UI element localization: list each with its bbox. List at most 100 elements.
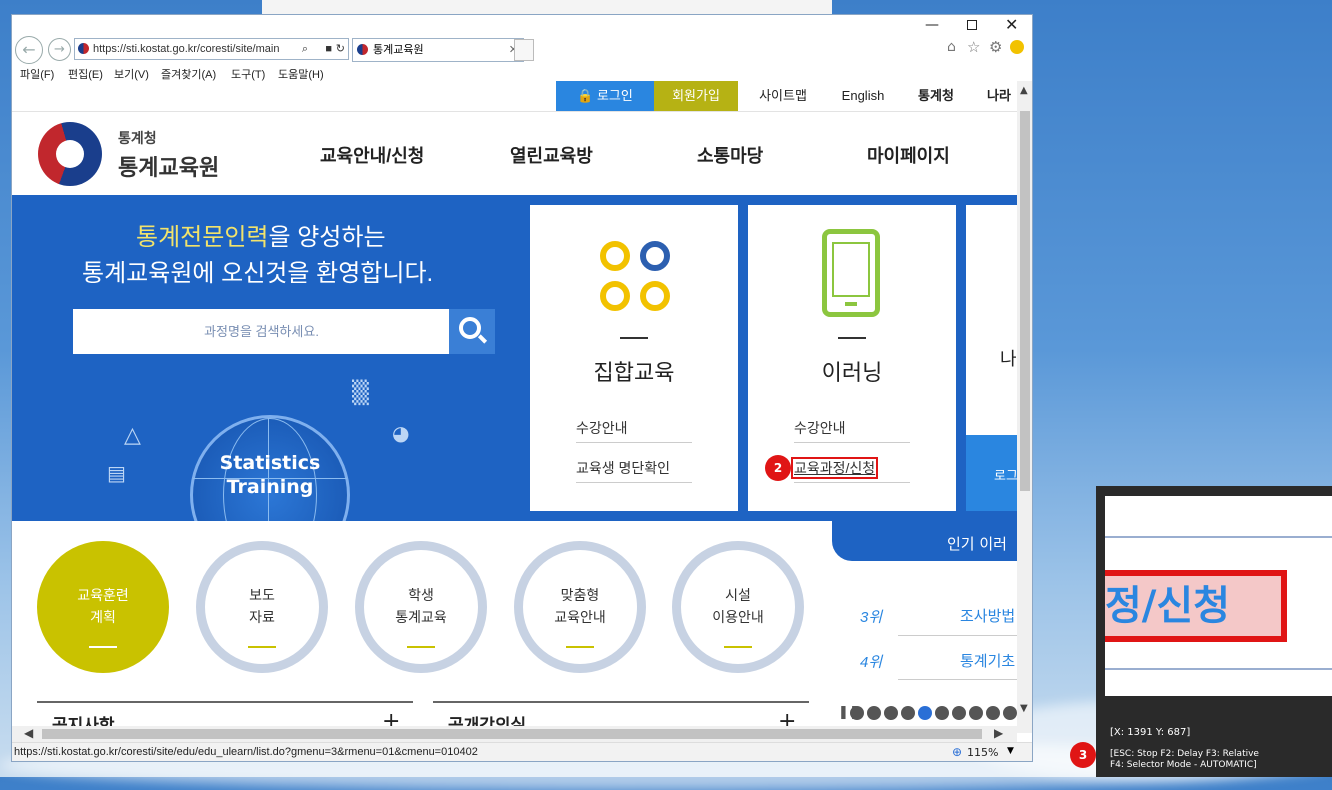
zoom-preview-text: 정/신청: [1105, 570, 1287, 642]
status-url: https://sti.kostat.go.kr/coresti/site/ed…: [14, 746, 478, 758]
hero-headline-2: 통계교육원에 오신것을 환영합니다.: [82, 260, 434, 287]
search-input[interactable]: 과정명을 검색하세요.: [73, 309, 450, 354]
popular-course-link[interactable]: 조사방법: [960, 605, 1015, 626]
topnav-login[interactable]: 🔒 로그인: [556, 81, 654, 111]
vertical-scrollbar[interactable]: ▲ ▼: [1017, 81, 1032, 733]
circle-custom-education[interactable]: 맞춤형 교육안내: [514, 541, 646, 673]
website-viewport: 🔒 로그인 회원가입 사이트맵 English 통계청 나라 통계청 통계교육원…: [12, 81, 1017, 733]
home-icon[interactable]: ⌂: [947, 39, 956, 55]
pie-icon: ◕: [392, 421, 410, 445]
hero-line1-rest: 을 양성하는: [268, 224, 386, 251]
slider-dot[interactable]: [1003, 706, 1017, 720]
new-tab-icon[interactable]: [514, 39, 534, 61]
logo-emblem-icon[interactable]: [38, 122, 102, 186]
lock-icon: 🔒: [577, 88, 594, 103]
topnav-sitemap[interactable]: 사이트맵: [738, 81, 828, 111]
slider-dot[interactable]: [850, 706, 864, 720]
menu-tools[interactable]: 도구(T): [231, 66, 265, 82]
scroll-thumb[interactable]: [1020, 111, 1030, 491]
favorites-star-icon[interactable]: ☆: [967, 38, 980, 56]
smiley-icon[interactable]: [1010, 40, 1024, 54]
slider-dot[interactable]: [884, 706, 898, 720]
menu-help[interactable]: 도움말(H): [278, 66, 324, 82]
slider-dot[interactable]: [867, 706, 881, 720]
menu-communication[interactable]: 소통마당: [697, 142, 763, 168]
scroll-right-icon[interactable]: ▶: [994, 726, 1003, 740]
slider-dot-active[interactable]: [918, 706, 932, 720]
chart-icon: ▒: [352, 381, 369, 406]
globe-illustration: Statistics Training: [190, 415, 350, 521]
slider-dot[interactable]: [935, 706, 949, 720]
slider-dot[interactable]: [952, 706, 966, 720]
browser-tab[interactable]: 통계교육원 ✕: [352, 38, 524, 62]
zoom-dropdown-icon[interactable]: ▼: [1007, 746, 1014, 756]
popular-course-link[interactable]: 통계기초: [960, 650, 1015, 671]
scroll-left-icon[interactable]: ◀: [24, 726, 33, 740]
refresh-icon[interactable]: ↻: [336, 39, 345, 59]
slider-dot[interactable]: [901, 706, 915, 720]
slider-dot[interactable]: [986, 706, 1000, 720]
card-link[interactable]: 수강안내: [576, 413, 692, 443]
zoom-preview: 정/신청: [1105, 496, 1332, 696]
scroll-up-icon[interactable]: ▲: [1020, 85, 1028, 96]
circle-facility-info[interactable]: 시설 이용안내: [672, 541, 804, 673]
rank-label: 3위: [860, 609, 883, 626]
card-login-bar[interactable]: 로그: [966, 435, 1017, 511]
circle-training-plan[interactable]: 교육훈련 계획: [37, 541, 169, 673]
step-badge-2: 2: [765, 455, 791, 481]
card-third[interactable]: 나 로그: [966, 205, 1017, 511]
address-bar[interactable]: https://sti.kostat.go.kr/coresti/site/ma…: [74, 38, 349, 60]
menu-file[interactable]: 파일(F): [20, 66, 54, 82]
menu-mypage[interactable]: 마이페이지: [867, 142, 950, 168]
topnav-nara[interactable]: 나라: [974, 81, 1017, 111]
logo-line1: 통계청: [118, 131, 157, 147]
scroll-down-icon[interactable]: ▼: [1020, 703, 1028, 714]
settings-gear-icon[interactable]: ⚙: [989, 38, 1002, 56]
selector-overlay-panel: 정/신청 [X: 1391 Y: 687] [ESC: Stop F2: Del…: [1096, 486, 1332, 777]
menu-education[interactable]: 교육안내/신청: [320, 142, 424, 168]
topnav-kostat[interactable]: 통계청: [898, 81, 974, 111]
maximize-icon[interactable]: [967, 20, 977, 30]
card-elearning[interactable]: 이러닝 수강안내 교육과정/신청 2: [748, 205, 956, 511]
zoom-icon: ⊕: [952, 745, 963, 759]
menu-view[interactable]: 보기(V): [114, 66, 149, 82]
menu-edit[interactable]: 편집(E): [68, 66, 103, 82]
menu-favorites[interactable]: 즐겨찾기(A): [161, 66, 216, 82]
card-group-education[interactable]: 집합교육 수강안내 교육생 명단확인: [530, 205, 738, 511]
desktop-window-strip: [262, 0, 832, 14]
horizontal-scrollbar[interactable]: ◀ ▶: [12, 726, 1017, 742]
scroll-thumb-h[interactable]: [42, 729, 982, 739]
card-link[interactable]: 교육생 명단확인: [576, 453, 692, 483]
hotkey-hint-2: F4: Selector Mode - AUTOMATIC]: [1110, 760, 1257, 770]
logo-line2[interactable]: 통계교육원: [118, 150, 219, 182]
card-title: 나: [1000, 349, 1017, 370]
zoom-level[interactable]: 115%: [967, 746, 998, 759]
course-apply-link[interactable]: 교육과정/신청: [790, 453, 910, 483]
card-title: 집합교육: [593, 360, 675, 385]
globe-text-2: Training: [226, 476, 314, 498]
rank-label: 4위: [860, 654, 883, 671]
topnav-english[interactable]: English: [828, 81, 898, 111]
topnav-join[interactable]: 회원가입: [654, 81, 738, 111]
minimize-icon[interactable]: —: [925, 17, 939, 33]
hotkey-hint-1: [ESC: Stop F2: Delay F3: Relative: [1110, 749, 1259, 759]
globe-text-1: Statistics: [219, 452, 321, 474]
lock-icon: ■: [325, 43, 332, 55]
smartphone-icon: [822, 229, 880, 317]
card-link[interactable]: 수강안내: [794, 413, 910, 443]
search-button[interactable]: [449, 309, 495, 354]
coords-readout: [X: 1391 Y: 687]: [1110, 727, 1191, 738]
rings-icon: [600, 241, 672, 313]
back-icon[interactable]: ←: [15, 36, 43, 64]
close-icon[interactable]: ✕: [1005, 15, 1018, 34]
circle-press-release[interactable]: 보도 자료: [196, 541, 328, 673]
forward-icon[interactable]: →: [48, 38, 71, 61]
monitor-icon: ▤: [107, 461, 126, 485]
triangle-icon: △: [124, 423, 141, 448]
tab-favicon-icon: [357, 44, 368, 55]
circle-student-education[interactable]: 학생 통계교육: [355, 541, 487, 673]
menu-open-room[interactable]: 열린교육방: [510, 142, 593, 168]
slider-dot[interactable]: [969, 706, 983, 720]
search-icon[interactable]: ⌕: [302, 39, 308, 59]
step-badge-3: 3: [1070, 742, 1096, 768]
